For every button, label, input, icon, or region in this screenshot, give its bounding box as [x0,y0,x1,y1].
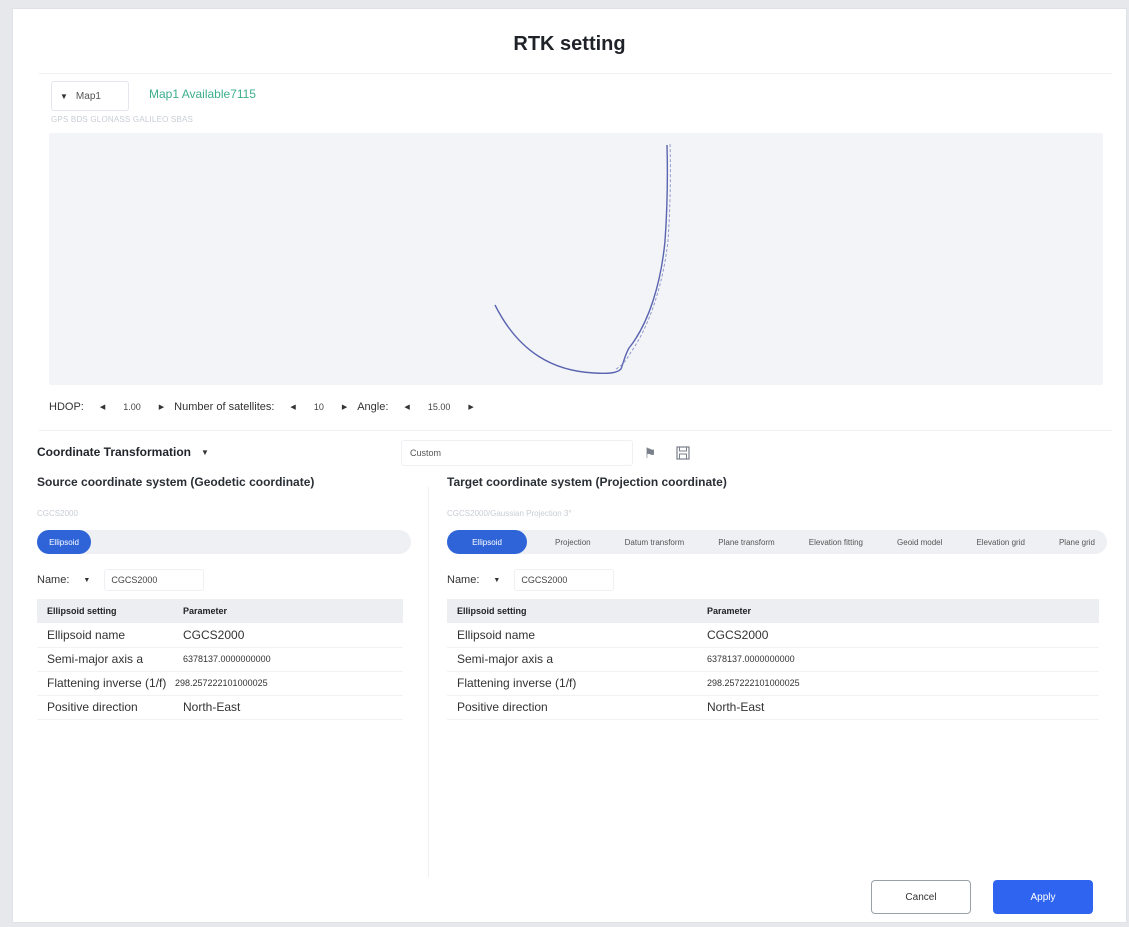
map-subtext: GPS BDS GLONASS GALILEO SBAS [51,115,194,124]
target-tab-datum-transform[interactable]: Datum transform [619,538,691,547]
cancel-button[interactable]: Cancel [871,880,971,914]
hdop-label: HDOP: [49,401,84,413]
table-row: Positive direction North-East [37,695,403,720]
table-row: Flattening inverse (1/f) 298.25722210100… [37,671,403,696]
map-select[interactable]: ▼ Map1 [51,81,129,111]
custom-transform-value: Custom [410,448,442,458]
section-divider [39,430,1112,431]
flag-icon[interactable]: ⚑ [640,443,660,463]
target-subtext: CGCS2000/Gaussian Projection 3° [447,509,572,518]
track-path-graphic [494,142,671,375]
coordinate-transformation-dropdown[interactable]: Coordinate Transformation ▼ [37,445,209,459]
gnss-params-row: HDOP: ◀ 1.00 ▶ Number of satellites: ◀ 1… [49,397,484,417]
table-cell: CGCS2000 [173,623,403,648]
table-cell: 298.257222101000025 [697,671,1099,696]
table-row: Flattening inverse (1/f) 298.25722210100… [447,671,1099,696]
table-cell: Semi-major axis a [447,647,697,672]
table-cell: 6378137.0000000000 [697,647,1099,672]
target-tab-plane-grid[interactable]: Plane grid [1053,538,1101,547]
angle-increase-button[interactable]: ▶ [468,403,473,411]
satellites-decrease-button[interactable]: ◀ [290,403,295,411]
table-row: Semi-major axis a 6378137.0000000000 [447,647,1099,672]
target-tab-projection[interactable]: Projection [549,538,597,547]
table-cell: Ellipsoid name [37,623,173,648]
target-ellipsoid-table: Ellipsoid setting Parameter Ellipsoid na… [447,599,1099,720]
source-name-row: Name: ▼ CGCS2000 [37,569,205,591]
table-header: Parameter [697,599,1099,623]
hdop-value[interactable]: 1.00 [123,402,141,412]
column-divider [428,487,429,877]
table-cell: CGCS2000 [697,623,1099,648]
target-name-input[interactable]: CGCS2000 [514,569,615,591]
target-tab-plane-transform[interactable]: Plane transform [712,538,780,547]
table-cell: Ellipsoid name [447,623,697,648]
satellites-label: Number of satellites: [174,401,275,413]
map-available-text: Map1 Available7115 [149,87,256,101]
custom-transform-input[interactable]: Custom [401,440,633,466]
table-row: Positive direction North-East [447,695,1099,720]
target-tab-ellipsoid[interactable]: Ellipsoid [447,530,527,554]
target-name-label: Name: [447,574,480,586]
table-header: Ellipsoid setting [37,599,173,623]
title-divider [39,73,1112,74]
table-cell: Positive direction [37,695,173,720]
source-subtext: CGCS2000 [37,509,78,518]
table-cell: Flattening inverse (1/f) [37,671,173,696]
target-name-dropdown-icon[interactable]: ▼ [493,577,500,584]
satellites-increase-button[interactable]: ▶ [342,403,347,411]
table-cell: Flattening inverse (1/f) [447,671,697,696]
map-select-value: Map1 [75,90,101,102]
rtk-setting-dialog: RTK setting ▼ Map1 Map1 Available7115 GP… [12,8,1127,923]
chevron-down-icon: ▼ [201,447,209,457]
source-name-input[interactable]: CGCS2000 [104,569,205,591]
source-tabbar: Ellipsoid [37,530,411,554]
target-tab-elevation-grid[interactable]: Elevation grid [970,538,1030,547]
source-ellipsoid-table: Ellipsoid setting Parameter Ellipsoid na… [37,599,403,720]
source-tab-ellipsoid[interactable]: Ellipsoid [37,530,91,554]
table-header-row: Ellipsoid setting Parameter [447,599,1099,623]
angle-decrease-button[interactable]: ◀ [404,403,409,411]
table-row: Semi-major axis a 6378137.0000000000 [37,647,403,672]
chevron-down-icon: ▼ [60,91,68,101]
source-name-value: CGCS2000 [111,575,158,585]
table-header: Ellipsoid setting [447,599,697,623]
table-header: Parameter [173,599,403,623]
hdop-decrease-button[interactable]: ◀ [100,403,105,411]
save-icon[interactable] [673,443,693,463]
satellites-value[interactable]: 10 [314,402,324,412]
dialog-title: RTK setting [513,33,626,55]
target-tabbar: Ellipsoid Projection Datum transform Pla… [447,530,1107,554]
table-row: Ellipsoid name CGCS2000 [447,623,1099,648]
angle-value[interactable]: 15.00 [428,402,451,412]
source-name-dropdown-icon[interactable]: ▼ [83,577,90,584]
table-row: Ellipsoid name CGCS2000 [37,623,403,648]
table-cell: Positive direction [447,695,697,720]
table-header-row: Ellipsoid setting Parameter [37,599,403,623]
table-cell: Semi-major axis a [37,647,173,672]
track-map-panel[interactable] [49,133,1103,385]
source-name-label: Name: [37,574,70,586]
table-cell: 6378137.0000000000 [173,647,403,672]
target-tab-geoid-model[interactable]: Geoid model [891,538,948,547]
target-tab-elevation-fitting[interactable]: Elevation fitting [803,538,869,547]
source-heading: Source coordinate system (Geodetic coord… [37,475,315,489]
hdop-increase-button[interactable]: ▶ [159,403,164,411]
target-heading: Target coordinate system (Projection coo… [447,475,727,489]
coordinate-transformation-label: Coordinate Transformation [37,445,192,459]
target-name-row: Name: ▼ CGCS2000 [447,569,615,591]
table-cell: North-East [173,695,403,720]
angle-label: Angle: [357,401,389,413]
table-cell: 298.257222101000025 [173,671,403,696]
table-cell: North-East [697,695,1099,720]
apply-button[interactable]: Apply [993,880,1093,914]
target-name-value: CGCS2000 [521,575,568,585]
